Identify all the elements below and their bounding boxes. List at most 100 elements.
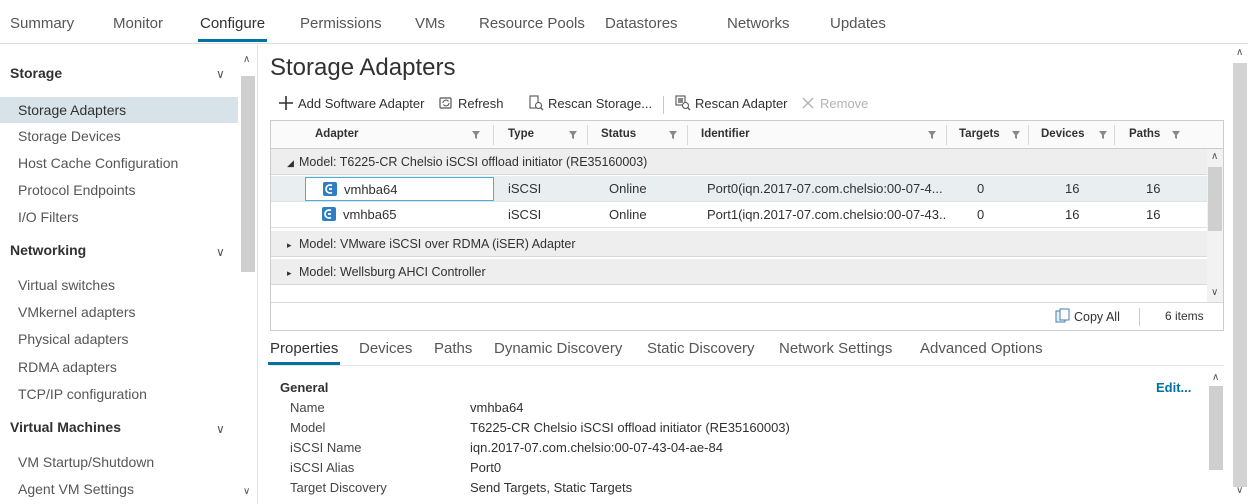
expand-triangle-icon[interactable]: ▸: [287, 260, 299, 286]
properties-scrollbar[interactable]: ∧: [1208, 370, 1224, 504]
sidebar-item-io-filters[interactable]: I/O Filters: [0, 204, 238, 230]
filter-icon[interactable]: [1171, 130, 1181, 140]
sidebar-item-storage-adapters[interactable]: Storage Adapters: [0, 97, 238, 123]
column-header-adapter[interactable]: Adapter: [315, 128, 358, 140]
properties-scroll-thumb[interactable]: [1209, 386, 1223, 470]
tab-resource-pools[interactable]: Resource Pools: [479, 15, 585, 32]
refresh-icon: [439, 97, 452, 109]
tab-updates[interactable]: Updates: [830, 15, 886, 32]
top-tab-bar: Summary Monitor Configure Permissions VM…: [0, 0, 1248, 44]
page-scroll-thumb[interactable]: [1233, 63, 1247, 487]
column-header-devices[interactable]: Devices: [1041, 128, 1084, 140]
group-label: Model: T6225-CR Chelsio iSCSI offload in…: [299, 155, 648, 169]
scroll-down-icon[interactable]: ∨: [243, 486, 250, 497]
column-divider: [687, 125, 688, 145]
tab-dynamic-discovery[interactable]: Dynamic Discovery: [494, 340, 622, 357]
adapter-icon: [323, 182, 337, 196]
expand-triangle-icon[interactable]: ▸: [287, 232, 299, 258]
page-scrollbar[interactable]: ∧ ∨: [1232, 45, 1248, 504]
tab-devices[interactable]: Devices: [359, 340, 412, 357]
tab-static-discovery[interactable]: Static Discovery: [647, 340, 755, 357]
sidebar-item-vmkernel-adapters[interactable]: VMkernel adapters: [0, 299, 238, 325]
tab-summary[interactable]: Summary: [10, 15, 74, 32]
prop-label-iscsi-alias: iSCSI Alias: [290, 460, 355, 475]
scroll-up-icon[interactable]: ∧: [1211, 151, 1218, 162]
group-label: Model: VMware iSCSI over RDMA (iSER) Ada…: [299, 237, 576, 251]
sidebar-item-rdma-adapters[interactable]: RDMA adapters: [0, 354, 238, 380]
sidebar-section-storage[interactable]: Storage: [10, 65, 62, 81]
sidebar-item-vm-startup-shutdown[interactable]: VM Startup/Shutdown: [0, 449, 238, 475]
column-header-status[interactable]: Status: [601, 128, 636, 140]
scroll-down-icon[interactable]: ∨: [1236, 485, 1243, 496]
filter-icon[interactable]: [1011, 130, 1021, 140]
sidebar-item-storage-devices[interactable]: Storage Devices: [0, 123, 238, 149]
column-header-type[interactable]: Type: [508, 128, 534, 140]
filter-icon[interactable]: [471, 130, 481, 140]
tab-properties[interactable]: Properties: [267, 340, 341, 365]
filter-icon[interactable]: [668, 130, 678, 140]
collapse-triangle-icon[interactable]: ◢: [287, 150, 299, 176]
sidebar-item-physical-adapters[interactable]: Physical adapters: [0, 326, 238, 352]
group-row-iser[interactable]: ▸ Model: VMware iSCSI over RDMA (iSER) Ad…: [271, 231, 1207, 257]
chevron-down-icon[interactable]: ∨: [216, 422, 225, 436]
grid-scrollbar[interactable]: ∧ ∨: [1207, 149, 1223, 302]
tab-monitor[interactable]: Monitor: [113, 15, 163, 32]
rescan-adapter-label: Rescan Adapter: [695, 96, 788, 111]
remove-button[interactable]: Remove: [800, 95, 868, 111]
tab-permissions[interactable]: Permissions: [300, 15, 382, 32]
footer-divider: [1139, 308, 1140, 326]
copy-all-label: Copy All: [1074, 310, 1120, 324]
column-header-identifier[interactable]: Identifier: [701, 128, 750, 140]
identifier-cell: Port0(iqn.2017-07.com.chelsio:00-07-4...: [707, 181, 943, 196]
table-row[interactable]: vmhba64 iSCSI Online Port0(iqn.2017-07.c…: [271, 176, 1207, 202]
copy-all-button[interactable]: Copy All: [1055, 308, 1120, 324]
filter-icon[interactable]: [1098, 130, 1108, 140]
tab-datastores[interactable]: Datastores: [605, 15, 678, 32]
tab-configure[interactable]: Configure: [197, 15, 268, 42]
chevron-down-icon[interactable]: ∨: [216, 67, 225, 81]
scroll-up-icon[interactable]: ∧: [243, 54, 250, 65]
tab-paths[interactable]: Paths: [434, 340, 472, 357]
status-cell: Online: [609, 181, 647, 196]
sidebar-scrollbar[interactable]: ∧ ∨: [240, 52, 256, 502]
filter-icon[interactable]: [568, 130, 578, 140]
column-header-targets[interactable]: Targets: [959, 128, 1000, 140]
tab-network-settings[interactable]: Network Settings: [779, 340, 892, 357]
rescan-adapter-button[interactable]: Rescan Adapter: [675, 95, 788, 111]
chevron-down-icon[interactable]: ∨: [216, 245, 225, 259]
sidebar-item-virtual-switches[interactable]: Virtual switches: [0, 272, 238, 298]
rescan-storage-button[interactable]: Rescan Storage...: [528, 95, 652, 111]
sidebar-item-tcpip-configuration[interactable]: TCP/IP configuration: [0, 381, 238, 407]
sidebar-item-agent-vm-settings[interactable]: Agent VM Settings: [0, 476, 238, 502]
grid-footer: Copy All 6 items: [271, 302, 1223, 330]
edit-link[interactable]: Edit...: [1156, 380, 1191, 395]
sidebar-item-protocol-endpoints[interactable]: Protocol Endpoints: [0, 177, 238, 203]
devices-cell: 16: [1065, 207, 1080, 222]
sidebar-item-host-cache-configuration[interactable]: Host Cache Configuration: [0, 150, 238, 176]
scroll-down-icon[interactable]: ∨: [1211, 287, 1218, 298]
properties-panel: General Edit... Name vmhba64 Model T6225…: [280, 380, 1224, 504]
scroll-up-icon[interactable]: ∧: [1236, 47, 1243, 58]
sidebar-scroll-thumb[interactable]: [241, 76, 255, 272]
sidebar-section-networking[interactable]: Networking: [10, 242, 86, 258]
column-divider: [1028, 125, 1029, 145]
sidebar-section-virtual-machines[interactable]: Virtual Machines: [10, 419, 121, 435]
filter-icon[interactable]: [927, 130, 937, 140]
prop-label-iscsi-name: iSCSI Name: [290, 440, 362, 455]
tab-advanced-options[interactable]: Advanced Options: [920, 340, 1043, 357]
scroll-up-icon[interactable]: ∧: [1212, 372, 1219, 383]
group-row-ahci[interactable]: ▸ Model: Wellsburg AHCI Controller: [271, 259, 1207, 285]
refresh-button[interactable]: Refresh: [438, 95, 504, 111]
tab-networks[interactable]: Networks: [727, 15, 790, 32]
grid-scroll-thumb[interactable]: [1208, 167, 1222, 231]
tab-vms[interactable]: VMs: [415, 15, 445, 32]
prop-value-model: T6225-CR Chelsio iSCSI offload initiator…: [470, 420, 790, 435]
group-row-chelsio[interactable]: ◢ Model: T6225-CR Chelsio iSCSI offload i…: [271, 149, 1207, 175]
rescan-storage-icon: [529, 95, 544, 111]
adapter-cell: vmhba65: [305, 203, 494, 227]
column-header-paths[interactable]: Paths: [1129, 128, 1160, 140]
table-row[interactable]: vmhba65 iSCSI Online Port1(iqn.2017-07.c…: [271, 202, 1207, 228]
remove-label: Remove: [820, 96, 869, 111]
add-software-adapter-button[interactable]: Add Software Adapter: [278, 95, 424, 111]
toolbar-divider: [663, 96, 664, 114]
